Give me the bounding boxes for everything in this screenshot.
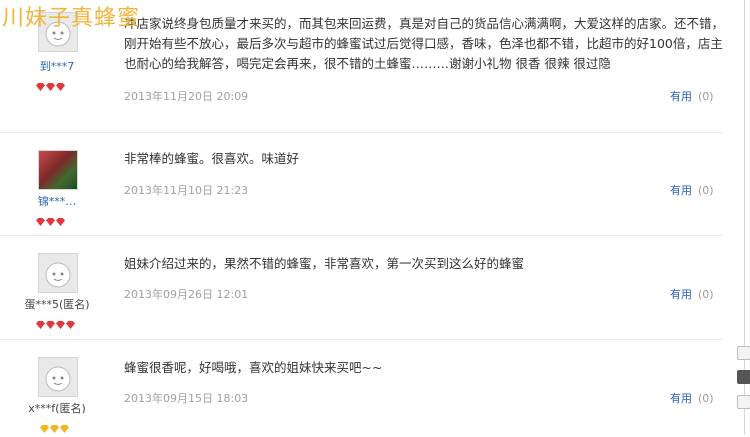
useful-label[interactable]: 有用 [670,184,692,197]
useful-button[interactable]: 有用 (0) [670,390,714,406]
review-text: 姐妹介绍过来的，果然不错的蜂蜜，非常喜欢，第一次买到这么好的蜂蜜 [124,256,525,271]
buyer-rank-icon [36,314,80,329]
side-chat-icon[interactable] [737,395,750,409]
reviewer-name[interactable]: 到***7 [10,58,104,74]
review-item: 蛋***5(匿名) 姐妹介绍过来的，果然不错的蜂蜜，非常喜欢，第一次买到这么好的… [0,236,722,340]
useful-label[interactable]: 有用 [670,288,692,301]
user-avatar[interactable] [38,253,78,293]
review-date: 2013年09月26日 12:01 [124,288,249,301]
useful-count: (0) [698,392,714,405]
review-text: 冲店家说终身包质量才来买的，而其包来回运费，真是对自己的货品信心满满啊，大爱这样… [124,16,725,71]
useful-button[interactable]: 有用 (0) [670,286,714,302]
side-contact-icon[interactable] [737,370,750,384]
useful-label[interactable]: 有用 [670,90,692,103]
review-text: 非常棒的蜂蜜。很喜欢。味道好 [124,151,300,166]
reviewer-name: x***f(匿名) [28,402,86,415]
review-date: 2013年11月10日 21:23 [124,184,249,197]
review-item: 到***7 冲店家说终身包质量才来买的，而其包来回运费，真是对自己的货品信心满满… [0,0,725,133]
review-date: 2013年09月15日 18:03 [124,392,249,405]
user-avatar[interactable] [38,150,78,190]
user-avatar[interactable] [38,12,78,52]
useful-label[interactable]: 有用 [670,392,692,405]
useful-count: (0) [698,288,714,301]
useful-count: (0) [698,90,714,103]
user-avatar[interactable] [38,357,78,397]
side-arrow-icon[interactable] [737,346,750,360]
review-item: x***f(匿名) 蜂蜜很香呢，好喝哦，喜欢的姐妹快来买吧~~ 2013年09月… [0,340,722,435]
useful-button[interactable]: 有用 (0) [670,88,714,104]
review-date: 2013年11月20日 20:09 [124,90,249,103]
review-item: 锦***… 非常棒的蜂蜜。很喜欢。味道好 2013年11月10日 21:23 有… [0,133,722,236]
useful-button[interactable]: 有用 (0) [670,182,714,198]
reviewer-name[interactable]: 锦***… [10,193,104,209]
buyer-rank-icon [36,76,80,91]
useful-count: (0) [698,184,714,197]
buyer-rank-icon [40,418,84,433]
review-text: 蜂蜜很香呢，好喝哦，喜欢的姐妹快来买吧~~ [124,360,383,375]
reviewer-name: 蛋***5(匿名) [24,298,90,311]
buyer-rank-icon [36,211,80,226]
